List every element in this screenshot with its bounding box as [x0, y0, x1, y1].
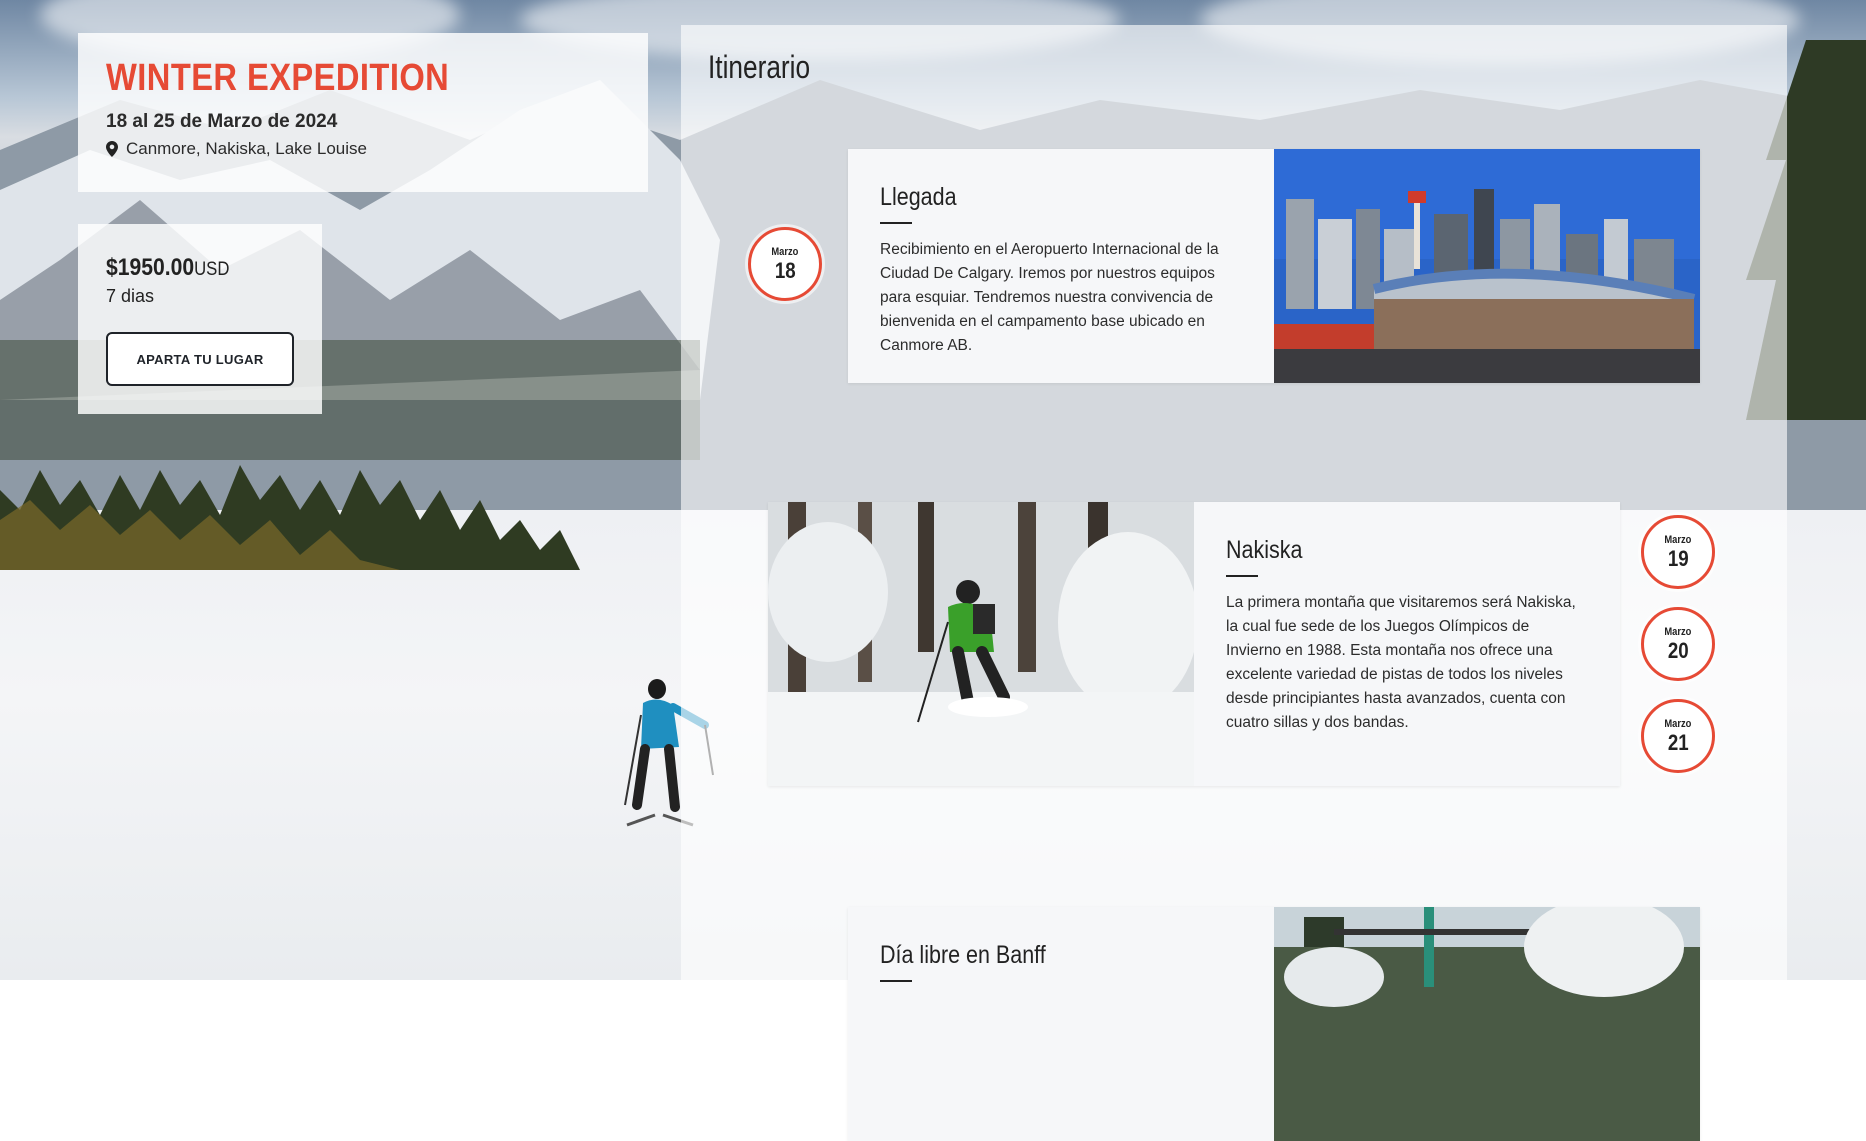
- date-badge-day: 18: [774, 257, 796, 283]
- title-underline: [1226, 575, 1258, 577]
- nakiska-skier-image: [768, 502, 1194, 786]
- day-title: Nakiska: [1226, 536, 1303, 564]
- itinerary-panel: Itinerario Llegada Recibimiento en el Ae…: [681, 25, 1787, 1141]
- title-underline: [880, 222, 912, 224]
- date-badge-day: 20: [1667, 637, 1689, 663]
- trip-location-text: Canmore, Nakiska, Lake Louise: [126, 139, 367, 158]
- trip-location: Canmore, Nakiska, Lake Louise: [106, 139, 367, 159]
- date-badge: Marzo 20: [1641, 607, 1715, 681]
- itinerary-day: Llegada Recibimiento en el Aeropuerto In…: [848, 149, 1700, 383]
- pricing-card: $1950.00USD 7 dias APARTA TU LUGAR: [78, 224, 322, 414]
- date-badge: Marzo 19: [1641, 515, 1715, 589]
- date-badge: Marzo 18: [748, 227, 822, 301]
- banff-image: [1274, 907, 1700, 1141]
- day-title: Día libre en Banff: [880, 941, 1046, 969]
- day-description: La primera montaña que visitaremos será …: [1226, 594, 1576, 731]
- title-underline: [880, 980, 912, 982]
- price-currency: USD: [194, 259, 230, 280]
- map-pin-icon: [106, 141, 118, 157]
- day-title: Llegada: [880, 183, 957, 211]
- calgary-skyline-image: [1274, 149, 1700, 383]
- trip-info-card: WINTER EXPEDITION 18 al 25 de Marzo de 2…: [78, 33, 648, 192]
- day-text: Día libre en Banff: [848, 907, 1274, 1141]
- itinerary-day: Nakiska La primera montaña que visitarem…: [768, 502, 1620, 786]
- price: $1950.00USD: [106, 254, 229, 282]
- trip-duration: 7 dias: [106, 286, 155, 306]
- trip-title: WINTER EXPEDITION: [106, 57, 450, 99]
- itinerary-day: Día libre en Banff: [848, 907, 1700, 1141]
- day-text: Llegada Recibimiento en el Aeropuerto In…: [848, 149, 1274, 383]
- itinerary-title: Itinerario: [708, 49, 811, 85]
- reserve-button[interactable]: APARTA TU LUGAR: [106, 332, 294, 386]
- price-amount: $1950.00: [106, 254, 195, 281]
- date-badge-day: 21: [1667, 729, 1689, 755]
- day-text: Nakiska La primera montaña que visitarem…: [1194, 502, 1620, 786]
- trip-dates: 18 al 25 de Marzo de 2024: [106, 111, 338, 132]
- date-badge-day: 19: [1667, 545, 1689, 571]
- date-badge: Marzo 21: [1641, 699, 1715, 773]
- day-description: Recibimiento en el Aeropuerto Internacio…: [880, 241, 1219, 354]
